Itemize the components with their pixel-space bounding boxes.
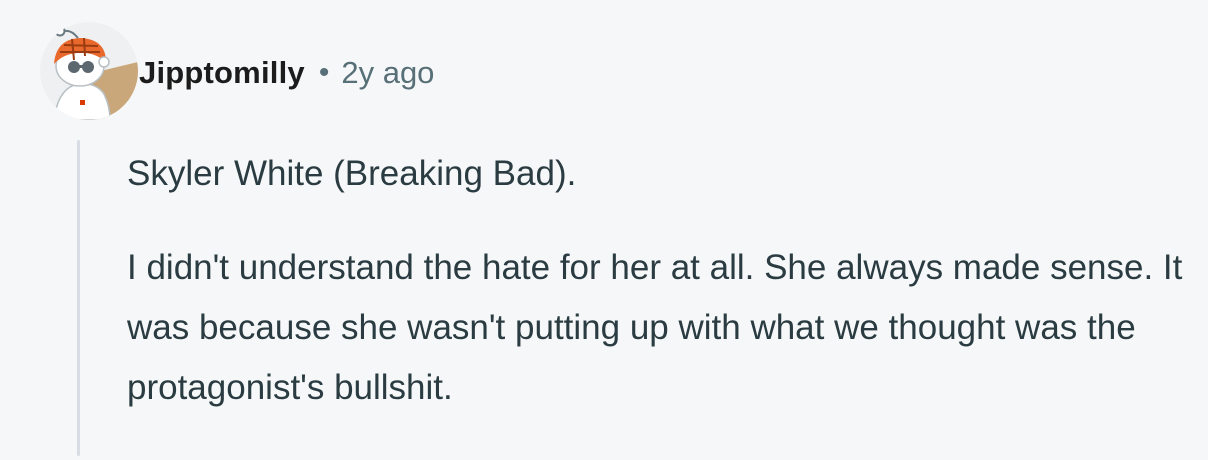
timestamp[interactable]: 2y ago [341, 55, 434, 91]
thread-line[interactable] [77, 140, 80, 456]
comment-header: Jipptomilly • 2y ago [139, 52, 434, 94]
comment: Jipptomilly • 2y ago Skyler White (Break… [0, 0, 1208, 460]
username-link[interactable]: Jipptomilly [139, 55, 305, 91]
comment-body: Skyler White (Breaking Bad). I didn't un… [127, 144, 1187, 418]
comment-paragraph: Skyler White (Breaking Bad). [127, 154, 577, 193]
snoo-avatar-icon [40, 22, 138, 120]
meta-separator: • [318, 56, 330, 89]
avatar[interactable] [40, 22, 138, 120]
comment-paragraph: I didn't understand the hate for her at … [127, 248, 1183, 407]
